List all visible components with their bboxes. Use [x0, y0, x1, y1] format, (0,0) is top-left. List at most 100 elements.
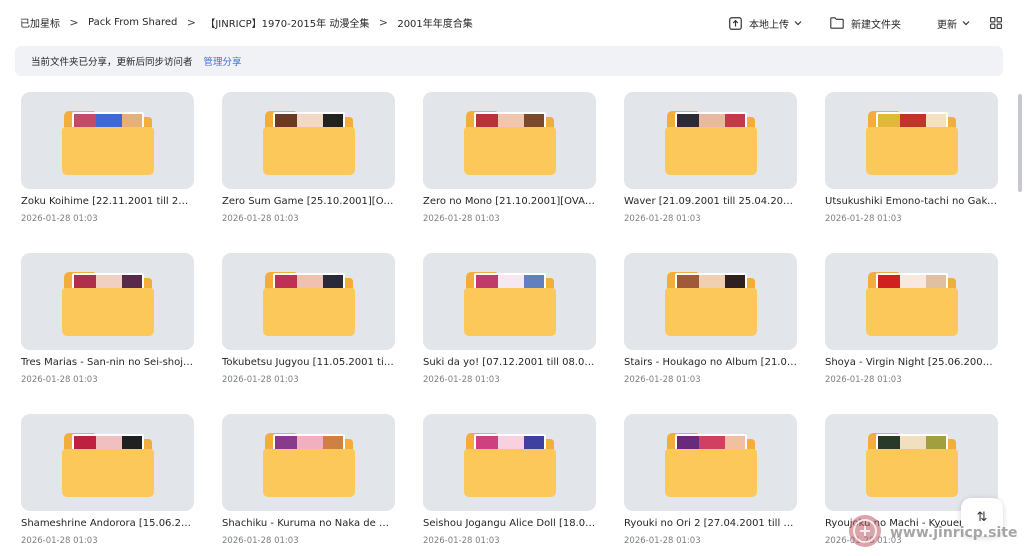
- folder-date: 2026-01-28 01:03: [21, 375, 98, 385]
- watermark-text: www.jinricp.site: [890, 525, 1018, 541]
- folder-thumbnail: [21, 92, 194, 189]
- folder-card[interactable]: Waver [21.09.2001 till 25.04.2002][OVA, …: [624, 92, 797, 224]
- sort-label: 更新: [937, 19, 957, 31]
- chevron-right-icon: >: [378, 16, 388, 29]
- new-folder-label: 新建文件夹: [851, 19, 901, 31]
- breadcrumb-item-pack-from-shared[interactable]: Pack From Shared: [88, 17, 177, 28]
- folder-icon: [263, 111, 355, 175]
- folder-icon: [665, 111, 757, 175]
- folder-card[interactable]: Utsukushiki Emono-tachi no Gakuen [2001]…: [825, 92, 998, 224]
- folder-date: 2026-01-28 01:03: [624, 536, 701, 546]
- folder-thumbnail: [825, 92, 998, 189]
- folder-name: Zero Sum Game [25.10.2001][OVA, 1 epi]: [222, 196, 395, 207]
- folder-name: Tokubetsu Jugyou [11.05.2001 till 10.08.…: [222, 357, 395, 368]
- folder-card[interactable]: Stairs - Houkago no Album [21.05.2001][O…: [624, 253, 797, 385]
- folder-card[interactable]: Tres Marias - San-nin no Sei-shojo [16.1…: [21, 253, 194, 385]
- folder-thumbnail: [624, 92, 797, 189]
- folder-icon: [62, 272, 154, 336]
- folder-thumbnail: [423, 253, 596, 350]
- folder-icon: [263, 433, 355, 497]
- upload-icon: [729, 16, 742, 30]
- folder-name: Seishou Jogangu Alice Doll [18.04.2001][…: [423, 518, 596, 529]
- folder-thumbnail: [21, 414, 194, 511]
- watermark: www.jinricp.site: [848, 514, 1017, 552]
- breadcrumb-item-anime-collection[interactable]: 【JINRICP】1970-2015年 动漫全集: [205, 15, 369, 30]
- chevron-right-icon: >: [69, 16, 79, 29]
- new-folder-button[interactable]: 新建文件夹: [830, 16, 901, 31]
- folder-icon: [866, 433, 958, 497]
- share-notice-bar: 当前文件夹已分享，更新后同步访问者 管理分享: [15, 46, 1003, 76]
- upload-label: 本地上传: [749, 19, 789, 31]
- folder-name: Zero no Mono [21.10.2001][OVA, 1 epi]: [423, 196, 596, 207]
- grid-view-icon: [990, 17, 1002, 29]
- folder-name: Shachiku - Kuruma no Naka de Kattemasu […: [222, 518, 395, 529]
- folder-date: 2026-01-28 01:03: [21, 536, 98, 546]
- breadcrumb: 已加星标 > Pack From Shared > 【JINRICP】1970-…: [20, 15, 473, 30]
- toolbar: 本地上传 新建文件夹 更新: [729, 12, 1024, 34]
- folder-card[interactable]: Shoya - Virgin Night [25.06.2001][OVA, 1…: [825, 253, 998, 385]
- folder-name: Shameshrine Andorora [15.06.2001][OVA, 2…: [21, 518, 194, 529]
- folder-card[interactable]: Seishou Jogangu Alice Doll [18.04.2001][…: [423, 414, 596, 546]
- chevron-right-icon: >: [186, 16, 196, 29]
- folder-icon: [866, 111, 958, 175]
- folder-card[interactable]: Shachiku - Kuruma no Naka de Kattemasu […: [222, 414, 395, 546]
- folder-card[interactable]: Tokubetsu Jugyou [11.05.2001 till 10.08.…: [222, 253, 395, 385]
- folder-thumbnail: [825, 414, 998, 511]
- watermark-logo-icon: [848, 514, 882, 552]
- folder-icon: [464, 433, 556, 497]
- folder-icon: [665, 433, 757, 497]
- folder-name: Waver [21.09.2001 till 25.04.2002][OVA, …: [624, 196, 797, 207]
- folder-name: Shoya - Virgin Night [25.06.2001][OVA, 1…: [825, 357, 998, 368]
- folder-name: Zoku Koihime [22.11.2001 till 22.02.2002…: [21, 196, 194, 207]
- breadcrumb-item-current-folder: 2001年年度合集: [397, 19, 473, 30]
- scrollbar-thumb[interactable]: [1018, 94, 1022, 192]
- sort-dropdown[interactable]: 更新: [937, 16, 970, 31]
- folder-card[interactable]: Ryouki no Ori 2 [27.04.2001 till 22.11.2…: [624, 414, 797, 546]
- folder-icon: [665, 272, 757, 336]
- folder-card[interactable]: Suki da yo! [07.12.2001 till 08.03.2002]…: [423, 253, 596, 385]
- folder-date: 2026-01-28 01:03: [624, 214, 701, 224]
- folder-name: Ryouki no Ori 2 [27.04.2001 till 22.11.2…: [624, 518, 797, 529]
- folder-name: Suki da yo! [07.12.2001 till 08.03.2002]…: [423, 357, 596, 368]
- folder-date: 2026-01-28 01:03: [222, 375, 299, 385]
- chevron-down-icon: [962, 20, 970, 26]
- folder-card[interactable]: Zoku Koihime [22.11.2001 till 22.02.2002…: [21, 92, 194, 224]
- folder-icon: [464, 111, 556, 175]
- folder-icon: [263, 272, 355, 336]
- folder-date: 2026-01-28 01:03: [624, 375, 701, 385]
- folder-icon: [464, 272, 556, 336]
- folder-thumbnail: [222, 253, 395, 350]
- folder-thumbnail: [222, 92, 395, 189]
- folder-card[interactable]: Zero Sum Game [25.10.2001][OVA, 1 epi] 20…: [222, 92, 395, 224]
- folder-thumbnail: [222, 414, 395, 511]
- folder-thumbnail: [423, 414, 596, 511]
- folder-icon: [866, 272, 958, 336]
- folder-date: 2026-01-28 01:03: [21, 214, 98, 224]
- folder-thumbnail: [624, 414, 797, 511]
- folder-date: 2026-01-28 01:03: [222, 214, 299, 224]
- top-bar: 已加星标 > Pack From Shared > 【JINRICP】1970-…: [0, 0, 1024, 46]
- folder-icon: [62, 433, 154, 497]
- folder-outline-icon: [830, 17, 844, 29]
- folder-card[interactable]: Shameshrine Andorora [15.06.2001][OVA, 2…: [21, 414, 194, 546]
- grid-view-button[interactable]: [990, 17, 1002, 29]
- folder-card[interactable]: Zero no Mono [21.10.2001][OVA, 1 epi] 202…: [423, 92, 596, 224]
- upload-button[interactable]: 本地上传: [729, 16, 802, 31]
- chevron-down-icon: [794, 20, 802, 26]
- folder-date: 2026-01-28 01:03: [423, 536, 500, 546]
- folder-thumbnail: [21, 253, 194, 350]
- folder-date: 2026-01-28 01:03: [423, 375, 500, 385]
- folder-thumbnail: [423, 92, 596, 189]
- folder-date: 2026-01-28 01:03: [222, 536, 299, 546]
- folder-name: Utsukushiki Emono-tachi no Gakuen [2001]…: [825, 196, 998, 207]
- folder-name: Stairs - Houkago no Album [21.05.2001][O…: [624, 357, 797, 368]
- folder-thumbnail: [624, 253, 797, 350]
- manage-share-link[interactable]: 管理分享: [204, 54, 242, 68]
- folder-date: 2026-01-28 01:03: [423, 214, 500, 224]
- folder-date: 2026-01-28 01:03: [825, 214, 902, 224]
- folder-thumbnail: [825, 253, 998, 350]
- breadcrumb-item-starred[interactable]: 已加星标: [20, 15, 60, 30]
- folder-date: 2026-01-28 01:03: [825, 375, 902, 385]
- folder-icon: [62, 111, 154, 175]
- share-notice-text: 当前文件夹已分享，更新后同步访问者: [31, 57, 193, 68]
